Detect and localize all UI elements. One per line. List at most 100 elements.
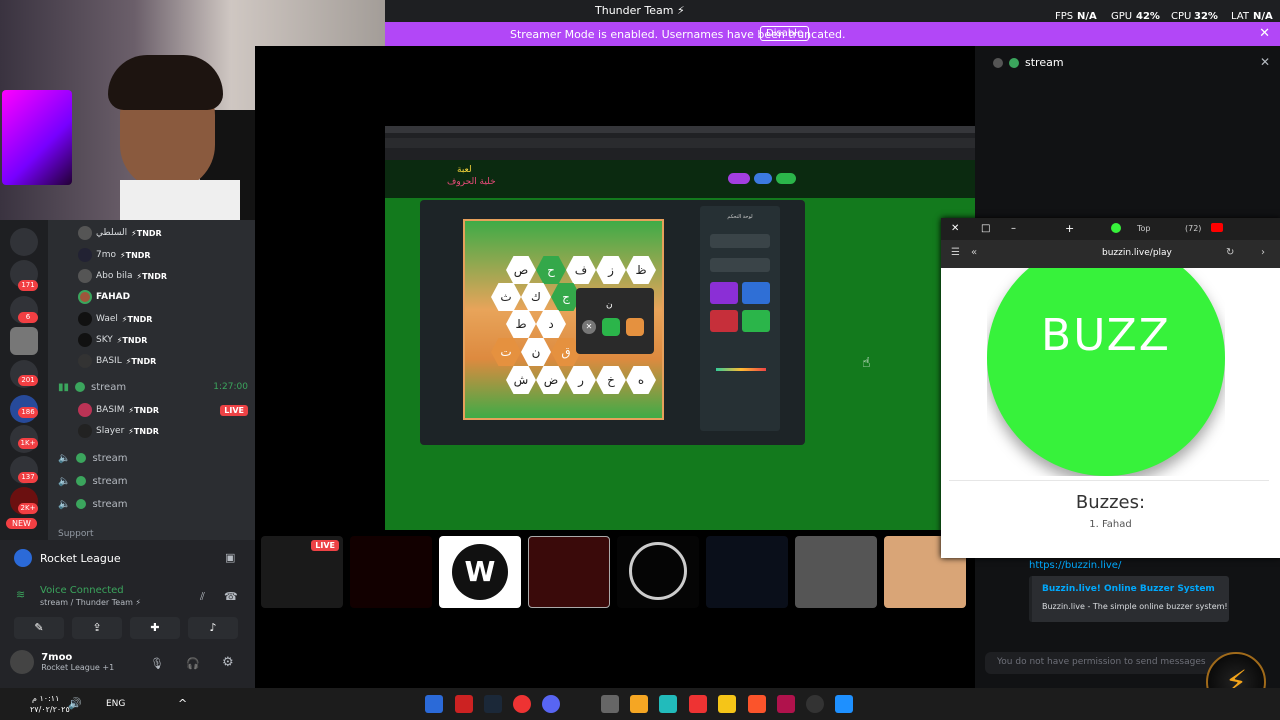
hex-cell[interactable]: ز (596, 256, 626, 284)
popup-orange-button[interactable] (626, 318, 644, 336)
windows-start-icon[interactable] (835, 695, 853, 713)
panel-purple-button[interactable] (710, 282, 738, 304)
voice-user[interactable]: 7mo ⚡TNDR (78, 246, 151, 264)
taskbar-app-icon[interactable] (630, 695, 648, 713)
speaker-icon[interactable]: 🔊 (68, 697, 82, 710)
close-window-icon[interactable]: ✕ (951, 223, 959, 234)
hex-cell[interactable]: ف (566, 256, 596, 284)
screen-share-button[interactable]: ⇪ (72, 617, 122, 639)
stream-thumbnail[interactable] (795, 536, 877, 608)
mic-icon[interactable]: 🎙 (150, 657, 164, 670)
stream-thumbnail[interactable] (617, 536, 699, 608)
menu-icon[interactable]: ☰ (951, 247, 960, 258)
activities-button[interactable]: ✚ (130, 617, 180, 639)
minimize-icon[interactable]: – (1011, 223, 1016, 234)
back-icon[interactable]: « (971, 247, 977, 258)
close-icon[interactable]: ✕ (1259, 26, 1270, 41)
panel-blue-button[interactable] (742, 282, 770, 304)
header-pill-button[interactable] (754, 173, 772, 184)
voice-user[interactable]: SKY ⚡TNDR (78, 331, 147, 349)
panel-green-button[interactable] (742, 310, 770, 332)
taskbar-app-icon[interactable] (601, 695, 619, 713)
clock-time[interactable]: ١٠:١١ م (32, 694, 59, 703)
folder-icon[interactable] (718, 695, 736, 713)
voice-user[interactable]: السلطي ⚡TNDR (78, 224, 162, 242)
chrome-icon[interactable] (513, 695, 531, 713)
current-user[interactable]: 7moo Rocket League +1 (10, 650, 114, 674)
stream-thumbnail[interactable] (350, 536, 432, 608)
voice-user[interactable]: Wael ⚡TNDR (78, 310, 152, 328)
voice-user[interactable]: BASIM ⚡TNDR LIVE (78, 401, 248, 419)
close-icon[interactable]: ✕ (1260, 55, 1270, 69)
camera-button[interactable]: ✎ (14, 617, 64, 639)
taskbar-app-icon[interactable] (425, 695, 443, 713)
stream-thumbnail[interactable] (528, 536, 610, 608)
tab-top[interactable]: Top (1137, 224, 1151, 233)
hex-cell[interactable]: ط (506, 310, 536, 338)
voice-user[interactable]: BASIL ⚡TNDR (78, 352, 156, 370)
taskbar-app-icon[interactable] (455, 695, 473, 713)
tray-chevron-icon[interactable]: ^ (178, 697, 187, 710)
voice-channel-stream[interactable]: 🔈 stream (58, 495, 128, 513)
voice-channel-stream[interactable]: 🔈 stream (58, 472, 128, 490)
buzz-button[interactable]: BUZZ (987, 268, 1225, 476)
hex-cell[interactable]: ث (491, 283, 521, 311)
activity-rocket-league[interactable]: Rocket League (14, 549, 121, 567)
hex-cell[interactable]: ح (536, 256, 566, 284)
hex-cell[interactable]: ن (521, 338, 551, 366)
hex-cell[interactable]: ر (566, 366, 596, 394)
soundboard-button[interactable]: ♪ (188, 617, 238, 639)
panel-red-button[interactable] (710, 310, 738, 332)
hex-cell[interactable]: ت (491, 338, 521, 366)
hex-cell[interactable]: ش (506, 366, 536, 394)
timer-bar[interactable] (716, 368, 766, 371)
tab-count[interactable]: (72) (1185, 224, 1201, 233)
voice-channel-stream[interactable]: ▮▮ stream 1:27:00 (58, 378, 248, 396)
hex-cell[interactable]: ص (506, 256, 536, 284)
forward-icon[interactable]: › (1261, 247, 1265, 258)
voice-user[interactable]: Abo bila ⚡TNDR (78, 267, 167, 285)
server-icon[interactable] (10, 228, 38, 256)
hex-cell[interactable]: ض (536, 366, 566, 394)
stream-thumbnail[interactable]: W (439, 536, 521, 608)
taskbar-app-icon[interactable] (659, 695, 677, 713)
popup-green-button[interactable] (602, 318, 620, 336)
voice-user[interactable]: FAHAD (78, 288, 130, 306)
new-tab-icon[interactable]: + (1065, 222, 1074, 235)
hex-cell[interactable]: ظ (626, 256, 656, 284)
taskbar-app-icon[interactable] (777, 695, 795, 713)
voice-connected-channel[interactable]: stream / Thunder Team ⚡ (40, 598, 141, 607)
search-icon[interactable] (806, 695, 824, 713)
disable-button[interactable]: Disable (760, 26, 810, 41)
header-pill-button[interactable] (776, 173, 796, 184)
embed-title[interactable]: Buzzin.live! Online Buzzer System (1042, 584, 1215, 594)
url-text[interactable]: buzzin.live/play (1102, 248, 1172, 258)
disconnect-icon[interactable]: ☎ (224, 590, 238, 603)
stream-thumbnail[interactable]: LIVE (261, 536, 343, 608)
reload-icon[interactable]: ↻ (1226, 247, 1234, 258)
hex-cell[interactable]: ك (521, 283, 551, 311)
hex-cell[interactable]: خ (596, 366, 626, 394)
voice-user[interactable]: Slayer ⚡TNDR (78, 422, 159, 440)
clock-date[interactable]: ٢٧/٠٢/٢٠٢٥ (30, 705, 70, 714)
buzzin-tab-icon[interactable] (1111, 223, 1121, 233)
server-icon[interactable] (10, 327, 38, 355)
stream-thumbnail[interactable] (706, 536, 788, 608)
youtube-icon[interactable] (1211, 223, 1223, 232)
hex-cell[interactable]: ه (626, 366, 656, 394)
header-pill-button[interactable] (728, 173, 750, 184)
language-indicator[interactable]: ENG (106, 699, 125, 709)
voice-channel-stream[interactable]: 🔈 stream (58, 449, 128, 467)
noise-suppression-icon[interactable]: ⫽ (200, 590, 205, 604)
discord-icon[interactable] (542, 695, 560, 713)
settings-gear-icon[interactable]: ⚙ (222, 655, 234, 670)
taskbar-app-icon[interactable] (689, 695, 707, 713)
chat-link[interactable]: https://buzzin.live/ (1029, 560, 1121, 571)
popout-icon[interactable]: ▣ (225, 551, 235, 564)
support-category[interactable]: Support (58, 529, 94, 539)
maximize-icon[interactable]: □ (981, 223, 990, 234)
popup-close-button[interactable]: ✕ (582, 320, 596, 334)
headphones-icon[interactable]: 🎧 (186, 657, 200, 670)
hex-cell[interactable]: د (536, 310, 566, 338)
steam-icon[interactable] (484, 695, 502, 713)
